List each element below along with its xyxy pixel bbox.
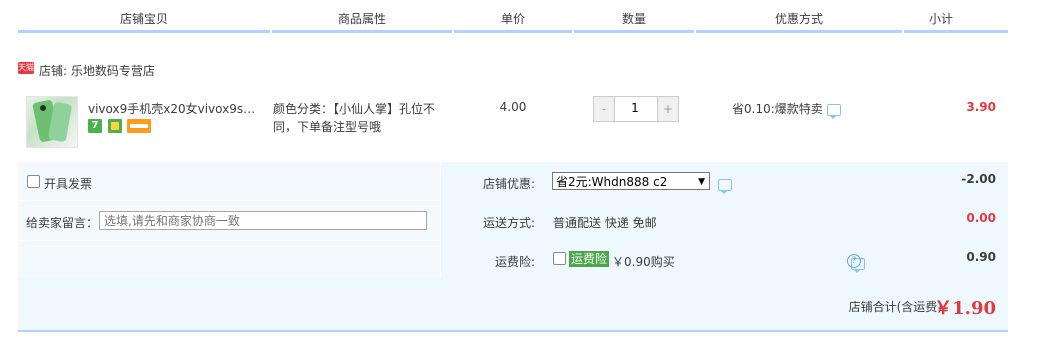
dropdown-arrow-icon: ▼ [698, 177, 705, 187]
header-sep [572, 30, 574, 33]
shipping-method: 普通配送 快递 免邮 [553, 216, 657, 230]
total-divider [18, 330, 1008, 332]
promo-text: 省0.10:爆款特卖 [732, 102, 823, 116]
service-card-icon[interactable] [127, 119, 151, 133]
insurance-price: ￥0.90购买 [612, 255, 675, 269]
chat-icon[interactable] [826, 103, 841, 119]
qty-minus-button[interactable]: - [594, 97, 615, 121]
discount-label: 店铺优惠: [483, 177, 536, 191]
header-sep [902, 30, 904, 33]
qty-plus-button[interactable]: + [657, 97, 678, 121]
item-promotion: 省0.10:爆款特卖 [732, 100, 841, 119]
shop-name-link[interactable]: 店铺: 乐地数码专营店 [39, 62, 155, 79]
memo-label: 给卖家留言： [26, 216, 99, 230]
col-header-item: 店铺宝贝 [119, 12, 168, 26]
service-7day-icon[interactable]: 7 [88, 119, 102, 133]
tmall-badge-icon: 天猫 [18, 62, 34, 74]
insurance-tag: 运费险 [569, 251, 610, 267]
shipping-value: 0.00 [966, 211, 996, 225]
seller-memo-input[interactable] [99, 211, 427, 230]
col-header-qty: 数量 [621, 12, 646, 26]
invoice-checkbox[interactable] [27, 175, 40, 188]
insurance-value: 0.90 [966, 250, 996, 264]
quantity-stepper: - + [593, 96, 679, 122]
header-sep [694, 30, 696, 33]
col-header-subtotal: 小计 [928, 12, 953, 26]
qty-input[interactable] [615, 98, 655, 118]
discount-select[interactable]: 省2元:Whdn888 c2 ▼ [552, 172, 710, 190]
header-sep [452, 30, 454, 33]
item-props-line2: 同，下单备注型号哦 [273, 120, 382, 134]
discount-value: -2.00 [961, 172, 996, 186]
header-divider [18, 30, 1008, 33]
shop-total-label: 店铺合计(含运费) [848, 300, 942, 314]
col-header-discount: 优惠方式 [774, 12, 823, 26]
shipping-label: 运送方式: [483, 216, 536, 230]
invoice-label: 开具发票 [44, 177, 93, 191]
item-properties: 颜色分类：【小仙人掌】孔位不 同，下单备注型号哦 [273, 100, 453, 136]
service-guarantee-icon[interactable] [108, 119, 122, 133]
insurance-checkbox[interactable] [553, 252, 566, 265]
shop-total-value: ￥1.90 [934, 298, 996, 319]
chat-icon[interactable] [718, 178, 732, 194]
item-title-link[interactable]: vivox9手机壳x20女vivox9s硅胶… [88, 100, 266, 117]
col-header-price: 单价 [500, 12, 525, 26]
help-icon[interactable]: ? [847, 254, 861, 268]
row-divider [18, 200, 440, 201]
insurance-label: 运费险: [495, 255, 536, 269]
col-header-props: 商品属性 [337, 12, 386, 26]
item-props-line1: 颜色分类：【小仙人掌】孔位不 [273, 102, 436, 116]
item-unit-price: 4.00 [499, 100, 527, 114]
item-subtotal: 3.90 [966, 100, 996, 114]
header-sep [270, 30, 272, 33]
discount-selected: 省2元:Whdn888 c2 [556, 175, 668, 189]
item-thumbnail[interactable] [26, 96, 78, 148]
row-divider [18, 240, 440, 241]
panel-divider [440, 162, 441, 278]
